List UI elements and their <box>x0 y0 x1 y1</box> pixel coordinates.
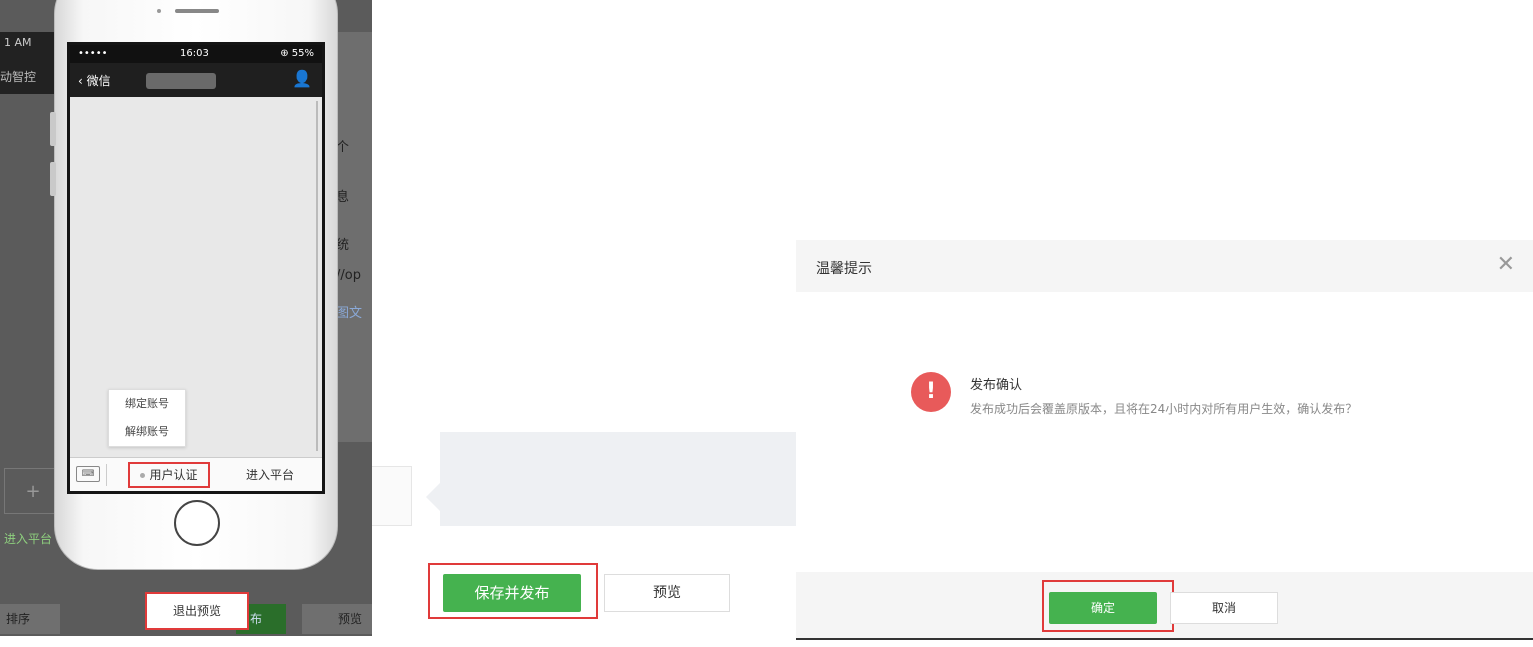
confirm-button[interactable]: 确定 <box>1049 592 1157 624</box>
scrollbar[interactable] <box>314 101 320 451</box>
callout-arrow <box>426 483 440 511</box>
status-time: 16:03 <box>180 48 209 59</box>
preview-panel: 1 AM 动智控 个 息 统 //op 图文 + 进入平台 排序 布 预览 ••… <box>0 0 372 636</box>
volume-button <box>50 112 56 146</box>
menu-bar: ⌨ 用户认证 进入平台 <box>70 457 322 491</box>
dialog-footer: 确定 取消 <box>796 572 1533 640</box>
home-button-icon <box>174 500 220 546</box>
exit-preview-button[interactable]: 退出预览 <box>145 592 249 630</box>
message-body: 发布成功后会覆盖原版本，且将在24小时内对所有用户生效，确认发布？ <box>970 402 1358 416</box>
menu-tab-label: 用户认证 <box>149 468 198 482</box>
bg-preview-button: 预览 <box>302 604 372 634</box>
volume-button <box>50 162 56 196</box>
battery-icon: ⊕ 55% <box>280 48 314 59</box>
camera-icon <box>157 9 161 13</box>
cancel-button[interactable]: 取消 <box>1170 592 1278 624</box>
menu-tab-enter-platform[interactable]: 进入平台 <box>220 462 320 488</box>
back-label: 微信 <box>86 74 111 88</box>
preview-button[interactable]: 预览 <box>604 574 730 612</box>
confirm-dialog: 温馨提示 ✕ ! 发布确认 发布成功后会覆盖原版本，且将在24小时内对所有用户生… <box>796 240 1533 640</box>
wechat-navbar: ‹ 微信 👤 <box>70 63 322 97</box>
dialog-header: 温馨提示 ✕ <box>796 240 1533 292</box>
dialog-title: 温馨提示 <box>816 261 872 277</box>
back-button[interactable]: ‹ 微信 <box>78 72 111 89</box>
bg-enter-platform: 进入平台 <box>4 532 53 546</box>
submenu-popup: 绑定账号 解绑账号 <box>108 389 186 447</box>
blurred-account-name <box>146 73 216 89</box>
submenu-item-bind[interactable]: 绑定账号 <box>109 390 185 418</box>
submenu-item-unbind[interactable]: 解绑账号 <box>109 418 185 446</box>
menu-tab-user-auth[interactable]: 用户认证 <box>128 462 210 488</box>
bg-label: 动智控 <box>0 70 37 84</box>
bg-sort-button: 排序 <box>0 604 60 634</box>
status-bar: ••••• 16:03 ⊕ 55% <box>70 45 322 63</box>
person-icon[interactable]: 👤 <box>292 69 312 88</box>
speaker <box>175 9 219 13</box>
divider <box>106 464 107 486</box>
keyboard-icon[interactable]: ⌨ <box>76 466 100 482</box>
bg-side-text: 图文 <box>336 306 363 321</box>
close-icon[interactable]: ✕ <box>1497 252 1515 277</box>
bg-side-text: //op <box>336 268 361 283</box>
bg-time: 1 AM <box>4 36 32 49</box>
menu-item-box <box>372 466 412 526</box>
menu-editor-area <box>440 432 796 526</box>
phone-screen: ••••• 16:03 ⊕ 55% ‹ 微信 👤 绑定账号 解绑账号 ⌨ 用户认… <box>67 42 325 494</box>
warning-icon: ! <box>911 372 951 412</box>
save-publish-button[interactable]: 保存并发布 <box>443 574 581 612</box>
message-title: 发布确认 <box>970 378 1023 393</box>
signal-icon: ••••• <box>78 48 108 59</box>
